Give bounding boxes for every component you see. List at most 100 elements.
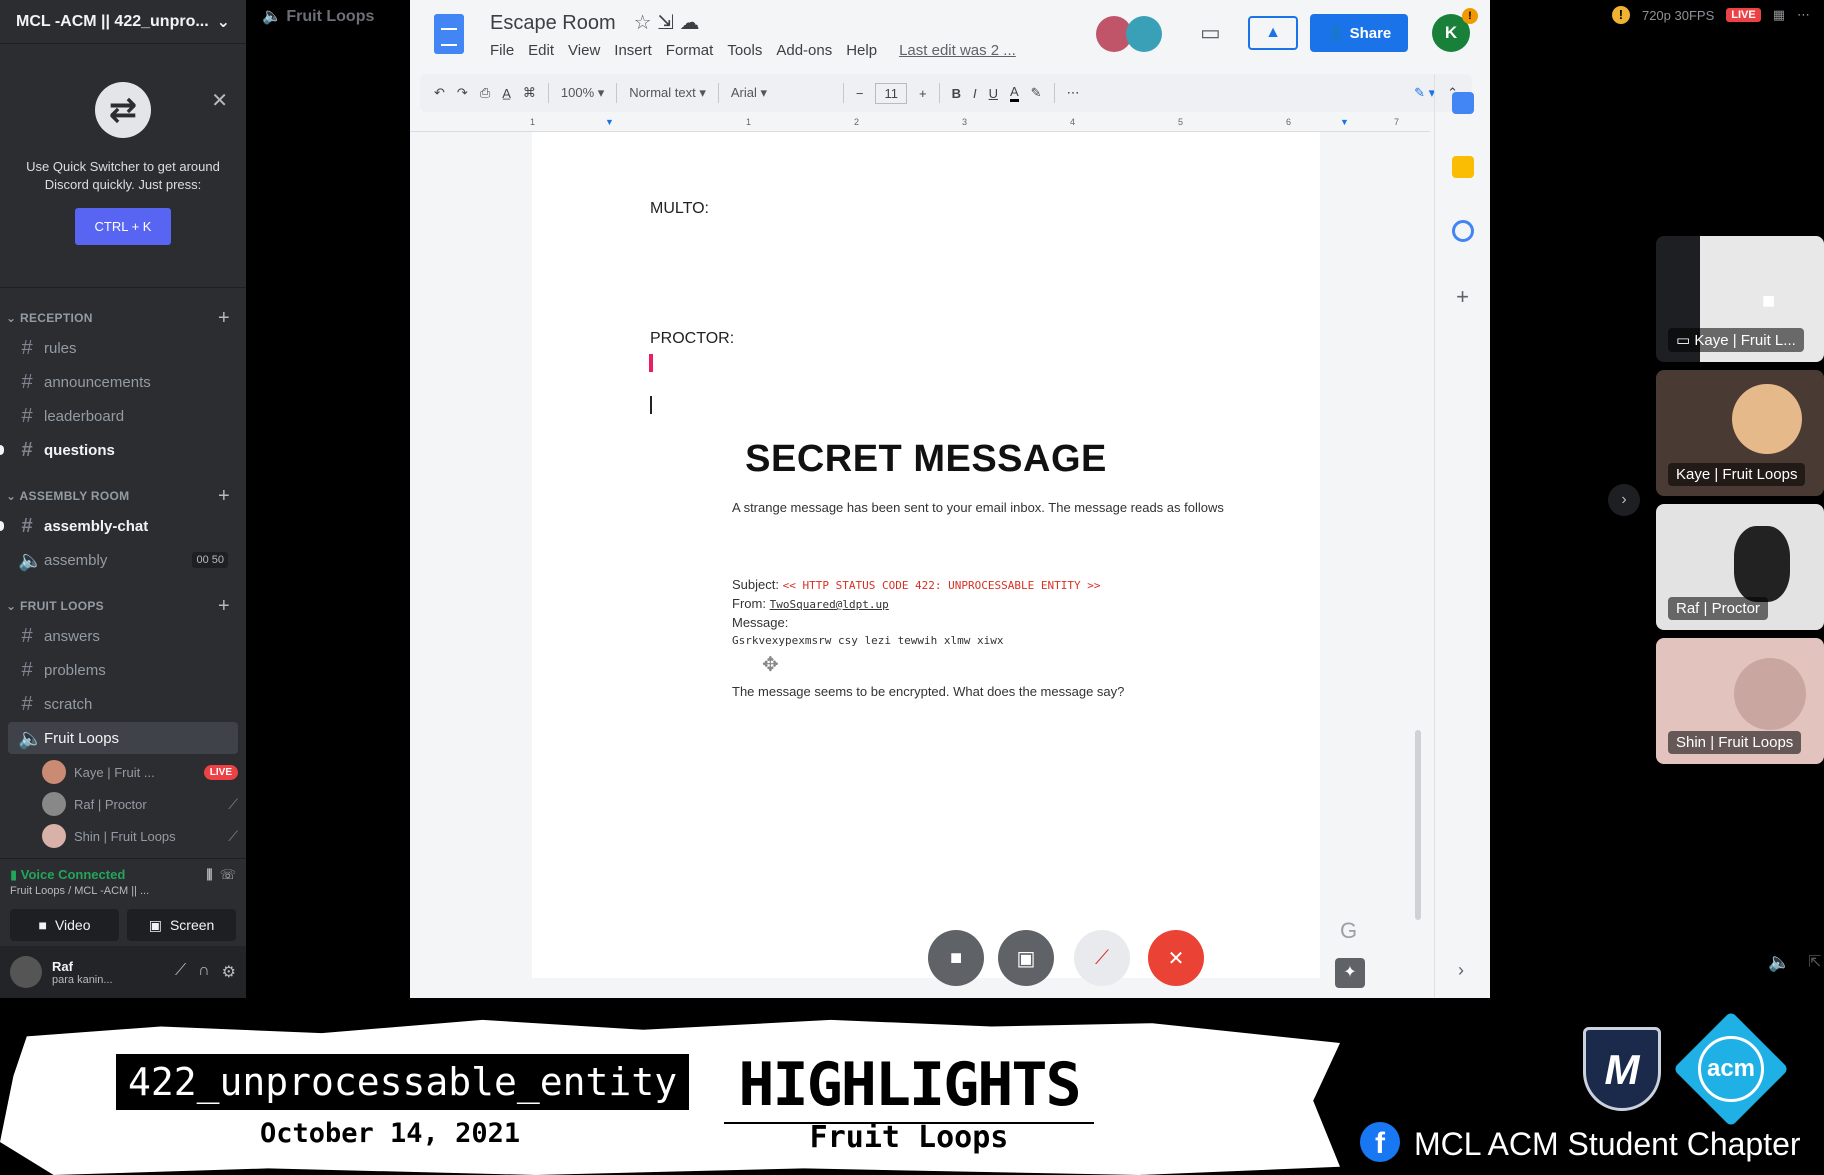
add-icon[interactable]: + [1452, 284, 1474, 309]
shortcut-button[interactable]: CTRL + K [74, 208, 172, 245]
participant-tile[interactable]: Kaye | Fruit Loops [1656, 370, 1824, 496]
noise-icon[interactable]: ⫼ [207, 867, 213, 882]
italic-icon[interactable]: I [973, 86, 977, 101]
menu-insert[interactable]: Insert [614, 42, 652, 59]
editing-mode-icon[interactable]: ✎ ▾ [1414, 85, 1435, 101]
share-button[interactable]: 👤 Share [1310, 14, 1408, 52]
mic-off-icon[interactable]: ⟋ [1074, 930, 1130, 986]
present-icon[interactable]: ▲ [1248, 16, 1298, 50]
tasks-icon[interactable] [1451, 220, 1474, 242]
warning-icon[interactable]: ! [1611, 6, 1630, 24]
subject-value: << HTTP STATUS CODE 422: UNPROCESSABLE E… [782, 579, 1101, 592]
swap-arrows-icon: ⇄ [73, 74, 173, 146]
voice-connection-panel: ▮ Voice Connected ⫼ ☏ Fruit Loops / MCL -… [0, 858, 246, 949]
voice-channel-fruit-loops[interactable]: 🔈 Fruit Loops [8, 722, 238, 754]
font-size-input[interactable]: 11 [875, 82, 907, 104]
increase-font-icon[interactable]: + [919, 86, 927, 101]
paint-format-icon[interactable]: ⌘ [523, 85, 536, 101]
scrollbar[interactable] [1415, 730, 1421, 920]
voice-user[interactable]: Raf | Proctor ⟋ [42, 788, 238, 820]
undo-icon[interactable]: ↶ [434, 85, 445, 101]
cloud-icon[interactable]: ☁ [679, 12, 699, 34]
quick-switcher-promo: ✕ ⇄ Use Quick Switcher to get around Dis… [0, 74, 246, 288]
ruler: 1 ▼ 1 2 3 4 5 6 7 ▼ [410, 114, 1430, 132]
category-reception[interactable]: ⌄ RECEPTION + [0, 306, 246, 330]
mic-muted-icon: ⟋ [228, 795, 238, 812]
channel-leaderboard[interactable]: # leaderboard [8, 400, 238, 432]
channel-assembly-chat[interactable]: # assembly-chat [0, 510, 238, 542]
participant-tile[interactable]: Shin | Fruit Loops [1656, 638, 1824, 764]
more-icon[interactable]: ⋯ [1797, 7, 1810, 23]
keep-icon[interactable] [1451, 156, 1474, 178]
camera-toggle-icon[interactable]: ■ [928, 930, 984, 986]
menu-edit[interactable]: Edit [528, 42, 554, 59]
font-select[interactable]: Arial ▾ [731, 85, 831, 101]
gear-icon[interactable]: ⚙ [222, 962, 236, 982]
decrease-font-icon[interactable]: − [856, 86, 864, 101]
chevron-right-icon[interactable]: › [1608, 484, 1640, 516]
quality-label[interactable]: 720p 30FPS [1642, 8, 1714, 23]
explore-icon[interactable]: ✦ [1335, 958, 1365, 988]
category-assembly-room[interactable]: ⌄ ASSEMBLY ROOM + [0, 484, 246, 508]
voice-status: ▮ Voice Connected ⫼ ☏ [10, 867, 236, 882]
menu-help[interactable]: Help [846, 42, 877, 59]
avatar[interactable] [10, 956, 42, 988]
grammarly-icon[interactable]: G [1340, 918, 1357, 944]
comment-icon[interactable]: ▭ [1200, 20, 1221, 46]
add-channel-icon[interactable]: + [218, 595, 230, 618]
category-fruit-loops[interactable]: ⌄ FRUIT LOOPS + [0, 594, 246, 618]
more-icon[interactable]: ⋯ [1067, 85, 1080, 101]
mute-icon[interactable]: ⟋ [175, 962, 186, 982]
participant-tile[interactable]: ■ ▭ Kaye | Fruit L... [1656, 236, 1824, 362]
headphones-icon[interactable]: ∩ [198, 962, 210, 982]
channel-questions[interactable]: # questions [0, 434, 238, 466]
menu-view[interactable]: View [568, 42, 600, 59]
text-color-icon[interactable]: A [1009, 84, 1019, 102]
grid-icon[interactable]: ▦ [1773, 7, 1785, 23]
popout-icon[interactable]: ⇱ [1808, 952, 1821, 972]
multo-label: MULTO: [650, 200, 709, 217]
print-icon[interactable]: ⎙ [480, 85, 490, 101]
disconnect-icon[interactable]: ☏ [220, 867, 236, 882]
stop-share-icon[interactable]: ✕ [1148, 930, 1204, 986]
voice-user[interactable]: Kaye | Fruit ... LIVE [42, 756, 238, 788]
underline-icon[interactable]: U [989, 86, 998, 101]
move-icon[interactable]: ⇲ [657, 12, 674, 34]
spellcheck-icon[interactable]: A̲ [502, 86, 511, 101]
menu-format[interactable]: Format [666, 42, 714, 59]
screen-share-button[interactable]: ▣ Screen [127, 909, 236, 941]
zoom-select[interactable]: 100% ▾ [561, 85, 604, 101]
channel-problems[interactable]: # problems [8, 654, 238, 686]
add-channel-icon[interactable]: + [218, 307, 230, 330]
server-header[interactable]: MCL -ACM || 422_unpro... ⌄ [0, 0, 246, 44]
menu-addons[interactable]: Add-ons [776, 42, 832, 59]
encrypted-message: Gsrkvexypexmsrw csy lezi tewwih xlmw xiw… [732, 634, 1004, 647]
collaborator-avatar[interactable] [1126, 16, 1162, 52]
volume-icon[interactable]: 🔈 [1768, 952, 1790, 973]
screen-share-icon[interactable]: ▣ [998, 930, 1054, 986]
style-select[interactable]: Normal text ▾ [629, 85, 706, 101]
doc-title[interactable]: Escape Room ☆ ⇲ ☁ [490, 10, 699, 35]
star-icon[interactable]: ☆ [634, 12, 652, 34]
channel-rules[interactable]: # rules [8, 332, 238, 364]
add-channel-icon[interactable]: + [218, 485, 230, 508]
channel-assembly[interactable]: 🔈 assembly 00 50 [8, 544, 238, 576]
chevron-right-icon[interactable]: › [1458, 960, 1464, 981]
calendar-icon[interactable] [1451, 92, 1474, 114]
menu-tools[interactable]: Tools [727, 42, 762, 59]
menu-file[interactable]: File [490, 42, 514, 59]
facebook-icon: f [1360, 1122, 1400, 1162]
channel-scratch[interactable]: # scratch [8, 688, 238, 720]
bold-icon[interactable]: B [952, 86, 961, 101]
video-button[interactable]: ■ Video [10, 909, 119, 941]
voice-user[interactable]: Shin | Fruit Loops ⟋ [42, 820, 238, 852]
document-page[interactable]: MULTO: PROCTOR: SECRET MESSAGE A strange… [532, 132, 1320, 978]
highlight-icon[interactable]: ✎ [1031, 85, 1042, 101]
docs-logo-icon[interactable] [434, 14, 464, 54]
channel-answers[interactable]: # answers [8, 620, 238, 652]
participant-tile[interactable]: Raf | Proctor [1656, 504, 1824, 630]
last-edit-link[interactable]: Last edit was 2 ... [899, 42, 1016, 59]
channel-announcements[interactable]: # announcements [8, 366, 238, 398]
redo-icon[interactable]: ↷ [457, 85, 468, 101]
close-icon[interactable]: ✕ [211, 88, 228, 113]
